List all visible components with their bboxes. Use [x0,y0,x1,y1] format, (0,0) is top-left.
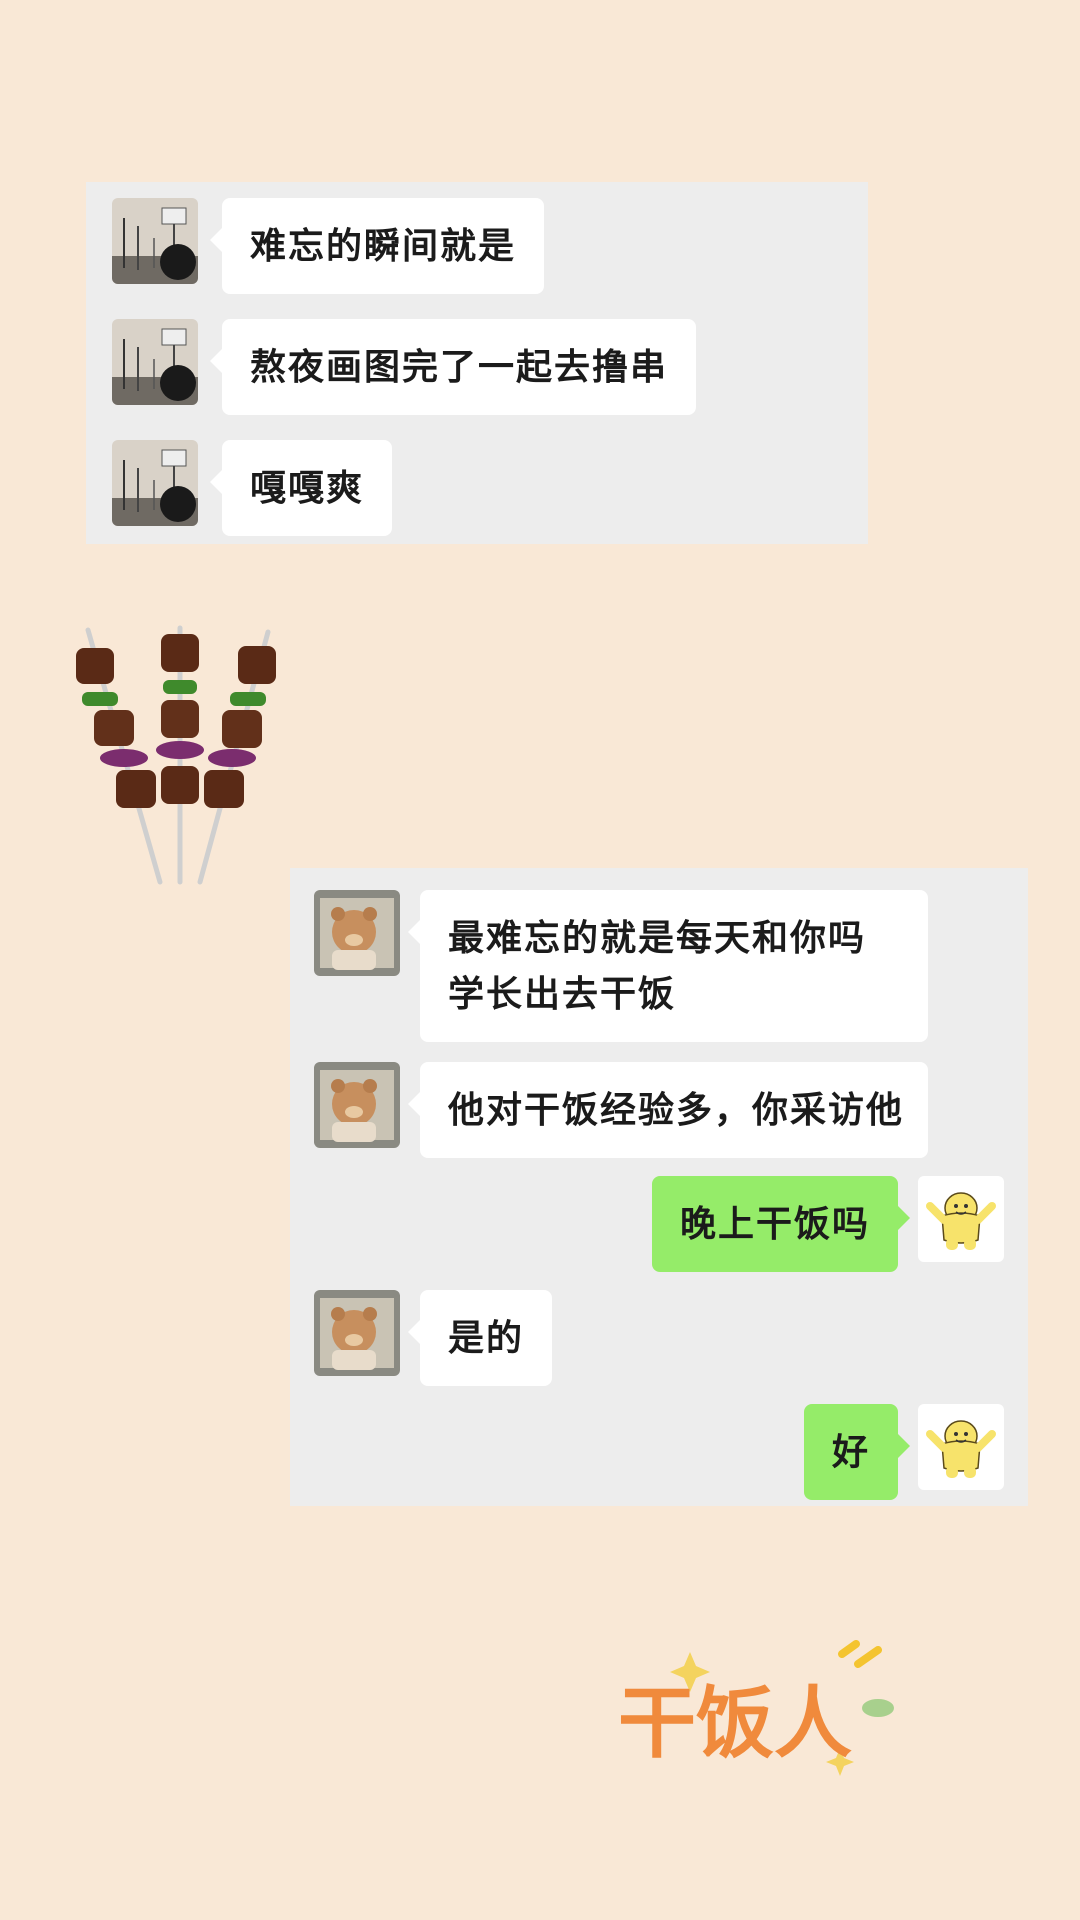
chat-screenshot-1: 难忘的瞬间就是 熬夜画图完了一起去撸串 嘎嘎爽 [86,182,868,544]
basketball-hoop-avatar[interactable] [112,319,198,405]
message-row: 好 [290,1404,1028,1500]
message-bubble[interactable]: 他对干饭经验多，你采访他 [408,1062,928,1158]
logo-text: 干饭人 [618,1679,852,1769]
yellow-figure-avatar[interactable] [918,1176,1004,1262]
message-row: 嘎嘎爽 [86,440,868,536]
bear-avatar[interactable] [314,890,400,976]
message-row: 最难忘的就是每天和你吗学长出去干饭 [290,890,1028,1042]
bear-avatar[interactable] [314,1062,400,1148]
message-row: 难忘的瞬间就是 [86,198,868,294]
ganfanren-logo: 干饭人 [610,1640,910,1780]
message-row: 他对干饭经验多，你采访他 [290,1062,1028,1158]
message-row: 熬夜画图完了一起去撸串 [86,319,868,415]
message-bubble-self[interactable]: 好 [803,1404,911,1500]
basketball-hoop-avatar[interactable] [112,440,198,526]
message-row: 是的 [290,1290,1028,1386]
message-bubble[interactable]: 最难忘的就是每天和你吗学长出去干饭 [408,890,928,1042]
message-row: 晚上干饭吗 [290,1176,1028,1272]
message-bubble[interactable]: 难忘的瞬间就是 [209,198,545,294]
kebab-skewers-icon [60,620,290,890]
message-bubble[interactable]: 嘎嘎爽 [209,440,393,536]
basketball-hoop-avatar[interactable] [112,198,198,284]
yellow-figure-avatar[interactable] [918,1404,1004,1490]
chat-screenshot-2: 最难忘的就是每天和你吗学长出去干饭 他对干饭经验多，你采访他 晚上干饭吗 是的 … [290,868,1028,1506]
message-bubble-self[interactable]: 晚上干饭吗 [651,1176,911,1272]
message-bubble[interactable]: 是的 [407,1290,553,1386]
bear-avatar[interactable] [314,1290,400,1376]
message-bubble[interactable]: 熬夜画图完了一起去撸串 [209,319,697,415]
